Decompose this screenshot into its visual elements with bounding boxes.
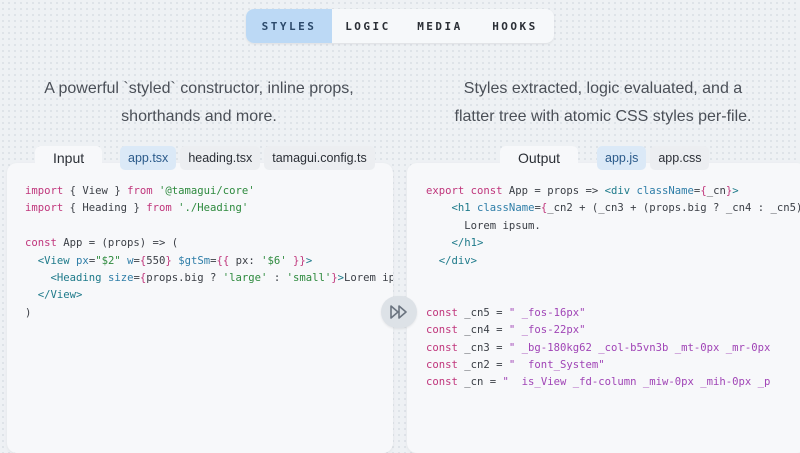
output-file-tabs: app.js app.css xyxy=(597,146,710,170)
input-description: A powerful `styled` constructor, inline … xyxy=(14,75,384,131)
tab-logic[interactable]: LOGIC xyxy=(332,9,404,43)
input-file-tabs: app.tsx heading.tsx tamagui.config.ts xyxy=(120,146,375,170)
input-description-line2: shorthands and more. xyxy=(121,108,277,125)
tab-hooks[interactable]: HOOKS xyxy=(476,9,554,43)
tab-media[interactable]: MEDIA xyxy=(404,9,476,43)
output-code-panel: export const App = props => <div classNa… xyxy=(407,163,800,453)
fast-forward-icon xyxy=(390,305,407,319)
file-tab-app-css[interactable]: app.css xyxy=(650,146,710,170)
file-tab-tamagui-config[interactable]: tamagui.config.ts xyxy=(264,146,375,170)
input-title: Input xyxy=(35,146,103,174)
output-description-line1: Styles extracted, logic evaluated, and a xyxy=(463,80,743,97)
file-tab-heading-tsx[interactable]: heading.tsx xyxy=(180,146,261,170)
file-tab-app-tsx[interactable]: app.tsx xyxy=(120,146,177,170)
output-title: Output xyxy=(500,146,579,174)
input-description-line1: A powerful `styled` constructor, inline … xyxy=(44,80,354,97)
output-code: export const App = props => <div classNa… xyxy=(426,185,800,389)
file-tab-app-js[interactable]: app.js xyxy=(597,146,647,170)
output-description-line2: flatter tree with atomic CSS styles per-… xyxy=(454,108,752,125)
input-code-panel: import { View } from '@tamagui/core' imp… xyxy=(7,163,393,453)
output-description: Styles extracted, logic evaluated, and a… xyxy=(418,75,788,131)
input-code: import { View } from '@tamagui/core' imp… xyxy=(25,185,393,319)
section-tabs: STYLES LOGIC MEDIA HOOKS xyxy=(246,9,554,43)
compile-button[interactable] xyxy=(381,296,417,328)
tab-styles[interactable]: STYLES xyxy=(246,9,332,43)
